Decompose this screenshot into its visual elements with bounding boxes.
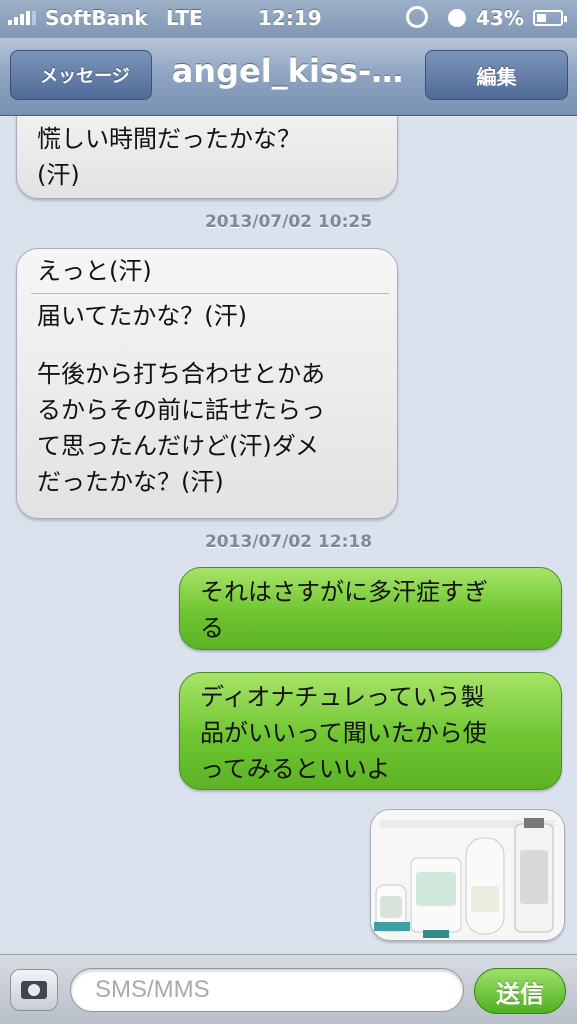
alarm-clock-icon: [448, 9, 466, 27]
message-line: 午後から打ち合わせとかあ: [37, 360, 325, 388]
message-input[interactable]: SMS/MMS: [70, 968, 464, 1012]
signal-bars-icon: [8, 11, 36, 25]
message-subject: えっと(汗): [37, 257, 152, 285]
message-line: (汗): [37, 161, 80, 189]
message-divider: [31, 293, 389, 294]
product-photo: [371, 810, 564, 940]
edit-button[interactable]: 編集: [425, 50, 568, 100]
carrier-name: SoftBank: [45, 6, 148, 30]
back-button[interactable]: メッセージ: [10, 50, 152, 100]
conversation-view[interactable]: 慌しい時間だったかな？ (汗) 2013/07/02 10:25 えっと(汗) …: [0, 116, 577, 954]
rotation-lock-icon: [406, 6, 428, 28]
camera-lens: [28, 984, 40, 996]
message-line: る: [200, 614, 224, 642]
message-line: だったかな？(汗): [37, 468, 224, 496]
navigation-bar: メッセージ angel_kiss-… 編集: [0, 38, 577, 116]
outgoing-message[interactable]: ディオナチュレっていう製 品がいいって聞いたから使 ってみるといいよ: [179, 672, 562, 790]
incoming-message[interactable]: 慌しい時間だったかな？ (汗): [16, 116, 398, 199]
message-line: [37, 334, 383, 356]
message-line: ってみるといいよ: [200, 755, 391, 783]
status-bar: SoftBank LTE 12:19 43%: [0, 0, 577, 38]
send-button[interactable]: 送信: [474, 968, 566, 1014]
outgoing-message[interactable]: それはさすがに多汗症すぎ る: [179, 567, 562, 650]
incoming-message[interactable]: えっと(汗) 届いてたかな？(汗) 午後から打ち合わせとかあ るからその前に話せ…: [16, 248, 398, 519]
message-line: 届いてたかな？(汗): [37, 302, 248, 330]
network-type: LTE: [166, 6, 203, 30]
message-line: 品がいいって聞いたから使: [200, 719, 487, 747]
message-line: るからその前に話せたらっ: [37, 396, 325, 424]
conversation-title: angel_kiss-…: [171, 52, 404, 90]
message-line: 慌しい時間だったかな？: [37, 125, 301, 153]
compose-bar: SMS/MMS 送信: [0, 954, 577, 1024]
timestamp: 2013/07/02 12:18: [204, 532, 373, 552]
message-line: て思ったんだけど(汗)ダメ: [37, 432, 320, 460]
timestamp: 2013/07/02 10:25: [204, 212, 373, 232]
message-line: それはさすがに多汗症すぎ: [200, 578, 488, 606]
battery-percentage: 43%: [476, 6, 524, 30]
battery-icon: [533, 10, 567, 26]
message-line: ディオナチュレっていう製: [200, 683, 485, 711]
camera-button[interactable]: [10, 969, 58, 1011]
image-message[interactable]: [370, 809, 565, 941]
status-time: 12:19: [258, 6, 322, 30]
